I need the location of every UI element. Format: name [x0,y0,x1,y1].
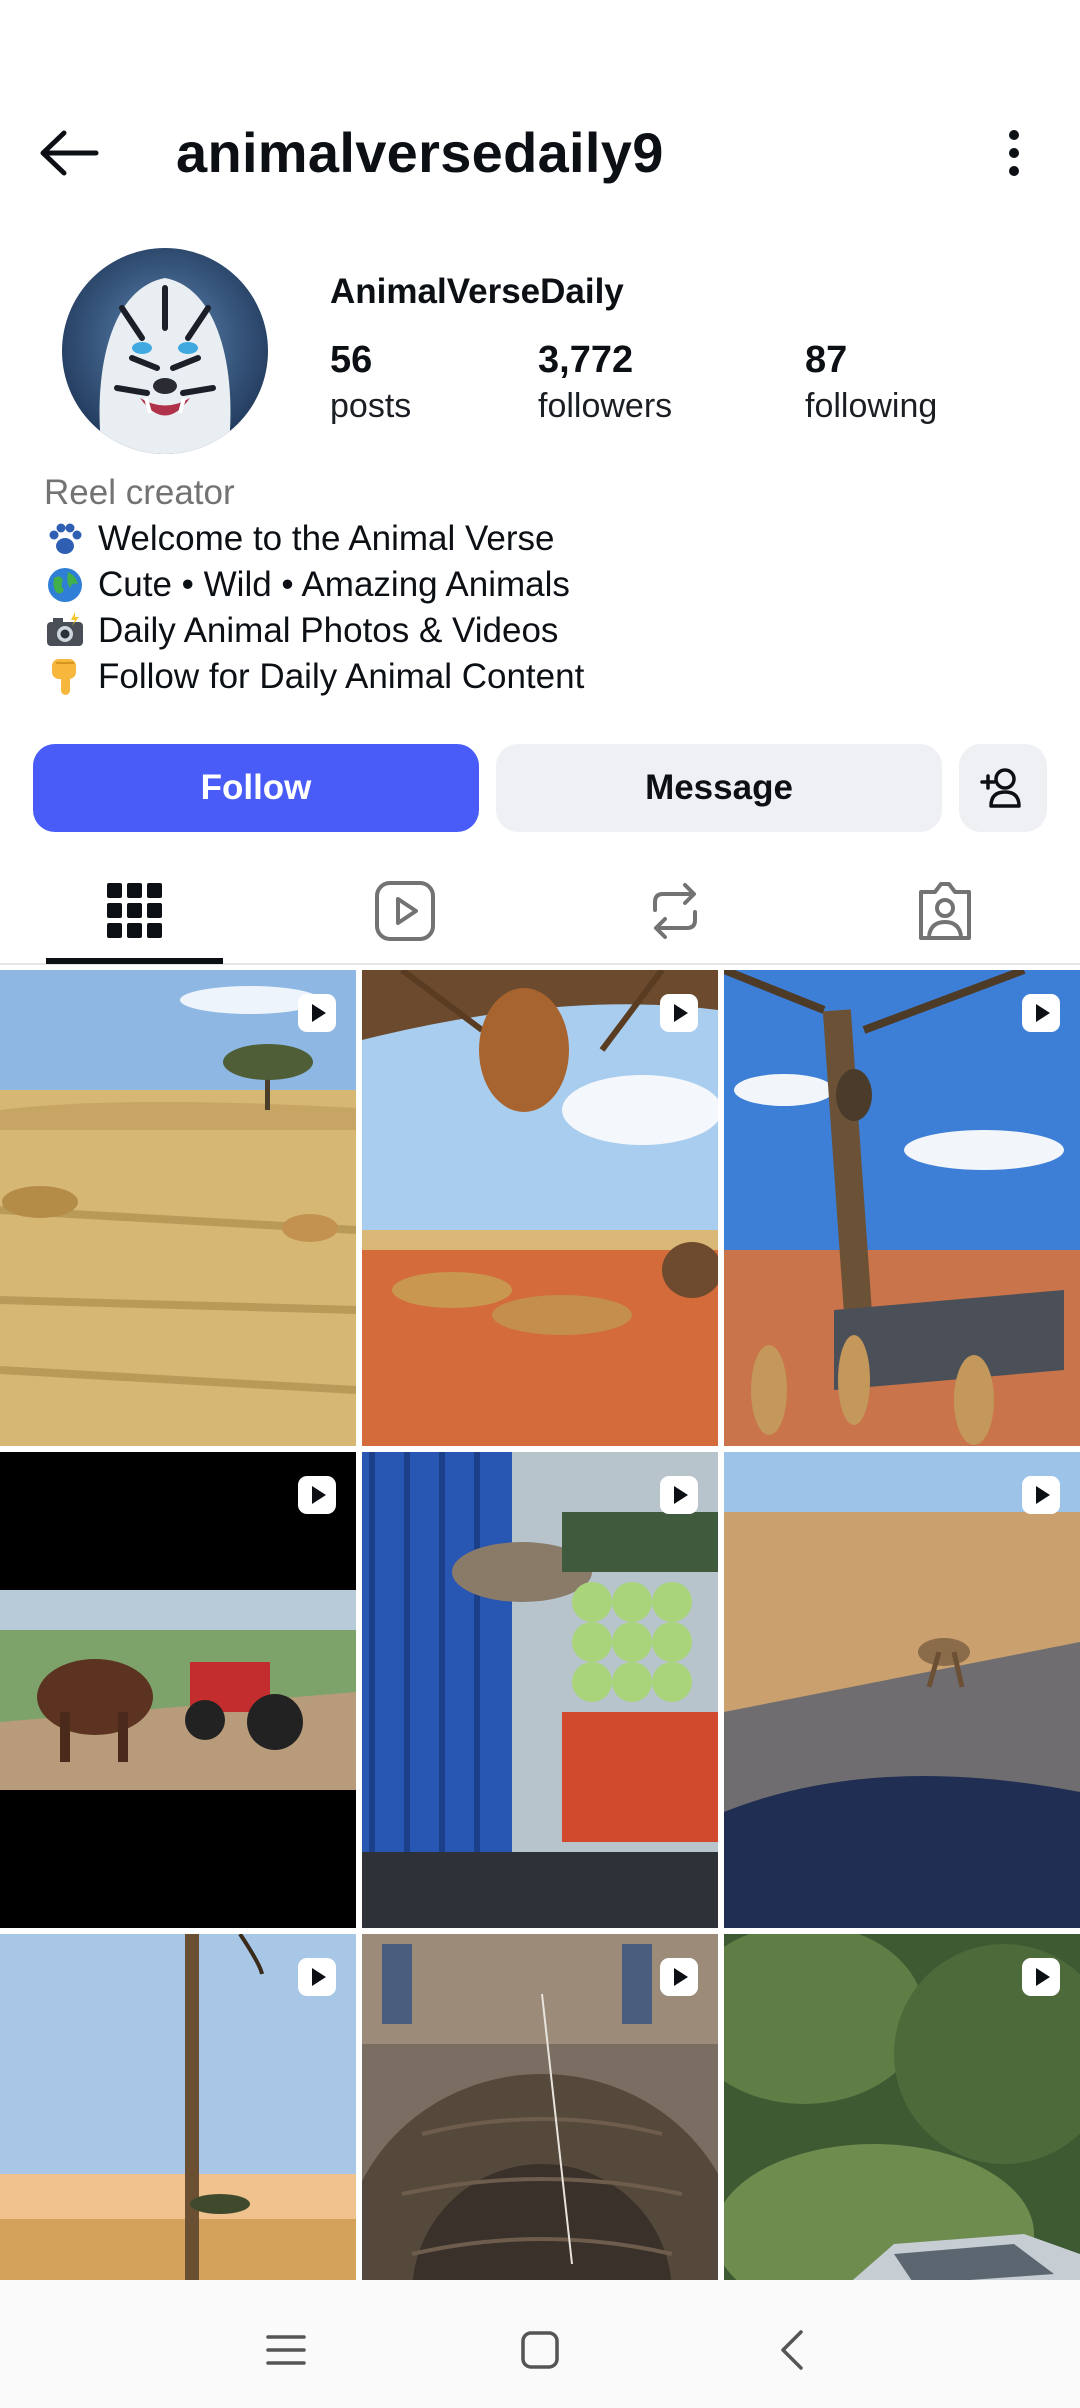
post-thumbnail-4[interactable] [0,1452,356,1928]
posts-grid [0,970,1080,2280]
bio-line: Daily Animal Photos & Videos [44,608,584,654]
message-button[interactable]: Message [496,744,942,832]
bio-line-text: Follow for Daily Animal Content [98,657,585,696]
following-count-value: 87 [805,339,848,381]
reel-icon [1022,994,1060,1032]
following-count-label: following [805,387,938,425]
bio-line: Welcome to the Animal Verse [44,516,584,562]
post-thumbnail-3[interactable] [724,970,1080,1446]
pointing-down-icon [44,656,86,698]
followers-count-label: followers [538,387,673,425]
follow-button[interactable]: Follow [33,744,479,832]
reel-icon [1022,1476,1060,1514]
display-name: AnimalVerseDaily [330,272,624,311]
following-count[interactable]: 87 following [805,336,937,428]
post-thumbnail-1[interactable] [0,970,356,1446]
bio: Reel creator Welcome to the Animal Verse… [44,470,584,700]
camera-flash-icon [44,610,86,652]
bio-line-text: Cute • Wild • Amazing Animals [98,565,570,604]
add-person-icon [980,768,1021,808]
back-chevron-icon [781,2330,803,2370]
system-back-button[interactable] [752,2320,832,2380]
more-vertical-icon [1009,130,1019,176]
reel-icon [660,1958,698,1996]
bio-line: Cute • Wild • Amazing Animals [44,562,584,608]
paw-icon [44,518,86,560]
home-square-icon [521,2331,559,2369]
posts-count-value: 56 [330,339,373,381]
active-tab-indicator [46,958,223,964]
menu-icon [266,2335,306,2365]
suggested-accounts-button[interactable] [959,744,1047,832]
reel-icon [298,1958,336,1996]
followers-count[interactable]: 3,772 followers [538,336,672,428]
reel-icon [298,994,336,1032]
tagged-person-icon [919,882,971,940]
repost-icon [653,883,697,939]
more-options-button[interactable] [984,118,1044,188]
posts-count[interactable]: 56 posts [330,336,411,428]
reel-icon [1022,1958,1060,1996]
globe-icon [44,564,86,606]
reel-icon [660,1476,698,1514]
tab-reposts[interactable] [540,856,810,966]
avatar[interactable] [62,248,268,454]
post-thumbnail-5[interactable] [362,1452,718,1928]
post-thumbnail-7[interactable] [0,1934,356,2280]
grid-icon [107,883,162,938]
arrow-left-icon [40,130,99,176]
reels-icon [375,881,435,941]
reel-icon [660,994,698,1032]
post-thumbnail-2[interactable] [362,970,718,1446]
posts-count-label: posts [330,387,412,425]
bio-line: Follow for Daily Animal Content [44,654,584,700]
post-thumbnail-8[interactable] [362,1934,718,2280]
reel-icon [298,1476,336,1514]
home-button[interactable] [500,2320,580,2380]
tab-reels[interactable] [270,856,540,966]
profile-username-title: animalversedaily9 [176,121,664,184]
bio-category: Reel creator [44,473,235,512]
recent-apps-button[interactable] [246,2320,326,2380]
post-thumbnail-6[interactable] [724,1452,1080,1928]
post-thumbnail-9[interactable] [724,1934,1080,2280]
bio-line-text: Welcome to the Animal Verse [98,519,555,558]
tab-tagged[interactable] [810,856,1080,966]
bio-line-text: Daily Animal Photos & Videos [98,611,559,650]
tab-grid[interactable] [0,856,270,966]
followers-count-value: 3,772 [538,339,634,381]
back-button[interactable] [28,118,108,188]
